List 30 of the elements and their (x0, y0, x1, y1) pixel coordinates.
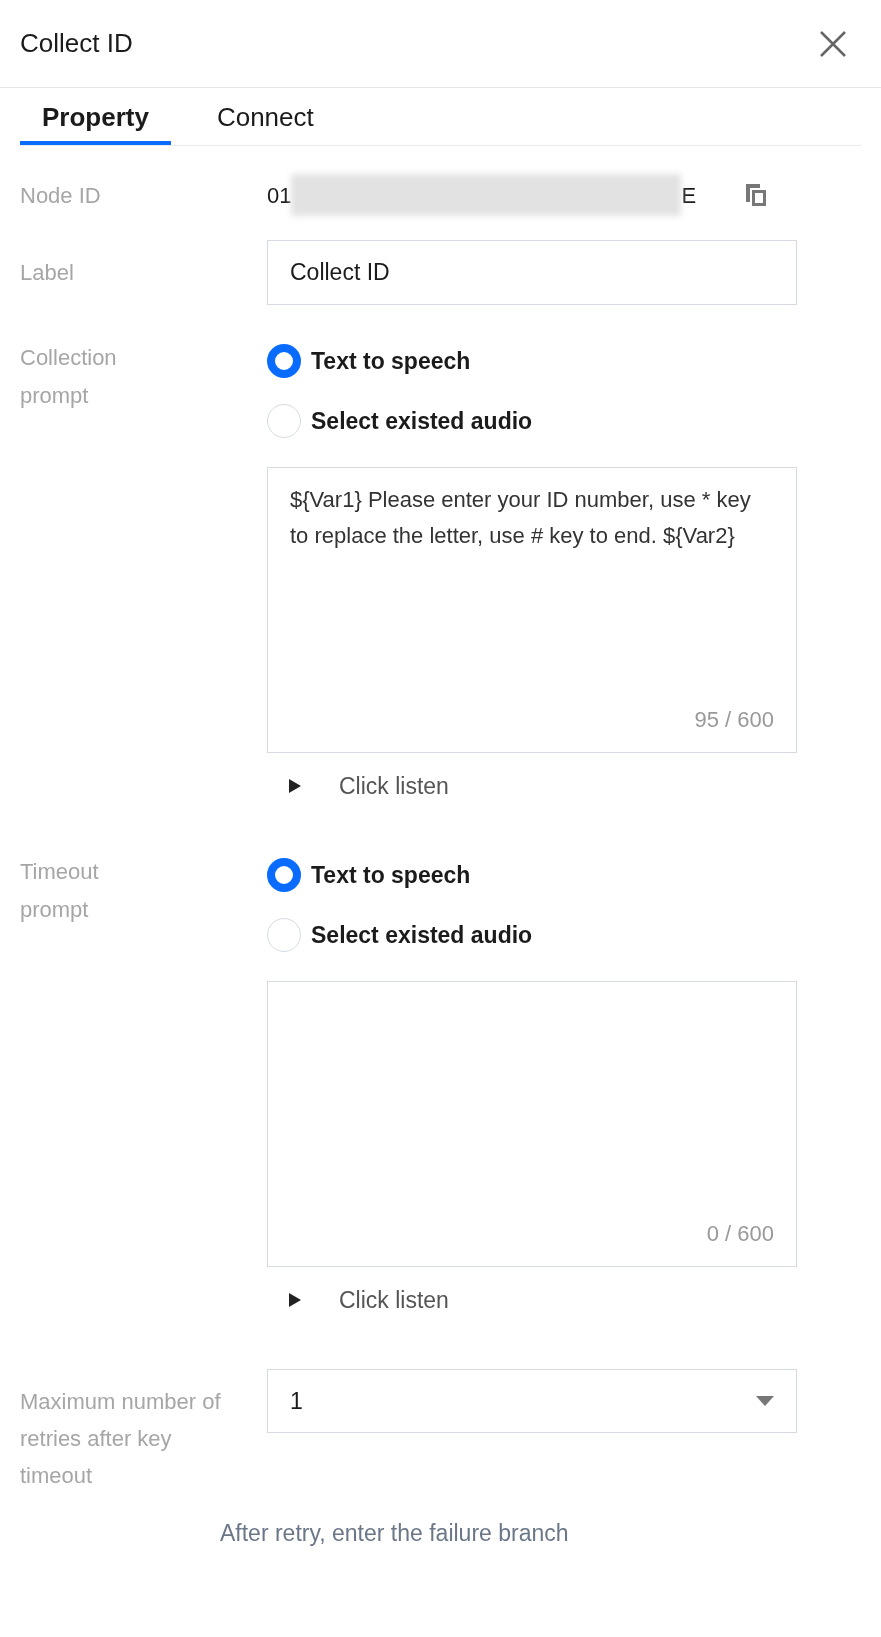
node-id-start: 01 (267, 181, 292, 210)
close-icon[interactable] (819, 29, 847, 58)
radio-label: Text to speech (311, 346, 471, 376)
caret-icon (756, 1396, 774, 1406)
click-listen-link[interactable]: Click listen (339, 768, 449, 804)
field-label: Collection prompt (20, 344, 118, 410)
copy-icon[interactable] (744, 182, 769, 208)
field-label: Maximum number of retries after key timeout (20, 1388, 222, 1490)
radio-label: Text to speech (311, 860, 471, 890)
prompt-text: ${Var1} Please enter your ID number, use * key to replace the letter, use # key to end. ${Var2} (290, 486, 752, 550)
hint-text: After retry, enter the failure branch (220, 1519, 570, 1548)
retries-select[interactable]: 1 (267, 1369, 797, 1433)
play-icon[interactable] (289, 779, 301, 793)
field-label: Label (20, 259, 75, 287)
prompt-textarea[interactable]: ${Var1} Please enter your ID number, use * key to replace the letter, use # key to end. ${Var2} 95 / 600 (267, 467, 797, 753)
field-label: Node ID (20, 181, 102, 210)
radio-label: Select existed audio (311, 406, 533, 436)
click-listen-link[interactable]: Click listen (339, 1282, 449, 1318)
panel-title: Collect ID (20, 27, 133, 60)
radio-label: Select existed audio (311, 920, 533, 950)
field-label: Timeout prompt (20, 858, 100, 924)
tab[interactable]: Connect (194, 88, 336, 145)
character-count: 0 / 600 (706, 1220, 774, 1248)
node-id-end: E (681, 181, 697, 210)
radio-button[interactable] (267, 344, 301, 378)
play-icon[interactable] (289, 1293, 301, 1307)
radio-button[interactable] (267, 858, 301, 892)
tab[interactable]: Property (20, 88, 171, 145)
label-input[interactable]: Collect ID (267, 240, 797, 305)
character-count: 95 / 600 (694, 706, 774, 734)
